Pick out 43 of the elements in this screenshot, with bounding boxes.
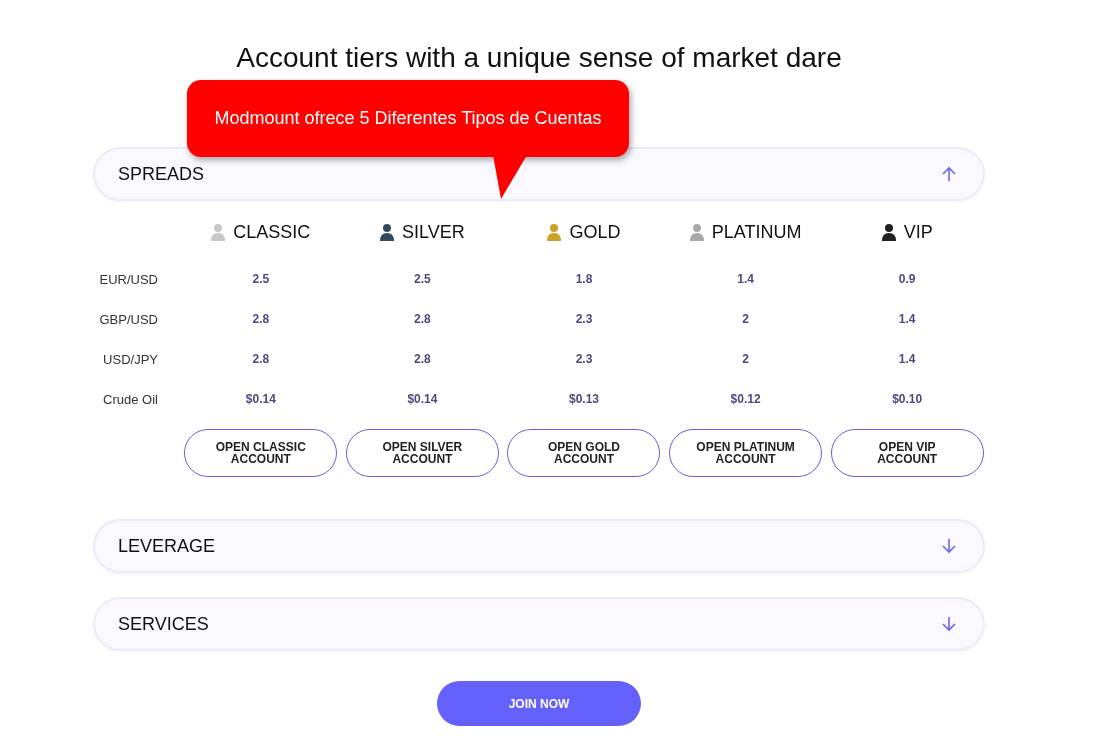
spread-value: $0.14 <box>407 392 438 406</box>
spread-value: 2.3 <box>575 352 593 366</box>
row-label: USD/JPY <box>102 350 159 369</box>
spread-value: 0.9 <box>898 272 916 286</box>
spread-value: $0.13 <box>568 392 599 406</box>
row-label: EUR/USD <box>98 270 159 289</box>
spread-value: 2.5 <box>414 272 431 286</box>
spread-value: 1.8 <box>575 272 593 286</box>
spread-value: $0.14 <box>245 392 276 406</box>
join-now-button[interactable]: JOIN NOW <box>437 681 641 726</box>
tier-name: VIP <box>903 221 933 243</box>
tier-name: CLASSIC <box>233 221 311 243</box>
spread-value: 2 <box>742 352 749 366</box>
section-title: SERVICES <box>118 613 209 635</box>
accordion-header[interactable]: SPREADS <box>95 149 983 199</box>
page-title: Account tiers with a unique sense of market dare <box>235 41 843 75</box>
spread-value: 2.8 <box>252 352 270 366</box>
spread-value: 2.8 <box>414 352 431 366</box>
spread-value: $0.12 <box>730 392 761 406</box>
open-account-button[interactable]: OPEN SILVER ACCOUNT <box>345 429 499 477</box>
spread-value: 2.8 <box>252 312 270 326</box>
callout-text: Modmount ofrece 5 Diferentes Tipos de Cuentas <box>214 108 602 129</box>
spread-value: 2 <box>742 312 749 326</box>
open-account-button[interactable]: OPEN GOLD ACCOUNT <box>507 429 661 477</box>
accordion-header[interactable]: SERVICES <box>95 599 983 649</box>
spread-value: 2.5 <box>252 272 270 286</box>
tier-name: GOLD <box>569 221 621 243</box>
row-label: GBP/USD <box>98 310 159 329</box>
open-account-button[interactable]: OPEN VIP ACCOUNT <box>830 429 984 477</box>
tier-name: PLATINUM <box>711 221 802 243</box>
spread-value: 2.8 <box>414 312 431 326</box>
open-account-button[interactable]: OPEN PLATINUM ACCOUNT <box>669 429 823 477</box>
spread-value: 1.4 <box>898 312 916 326</box>
spread-value: 1.4 <box>898 352 916 366</box>
section-title: SPREADS <box>118 163 205 185</box>
accordion-header[interactable]: LEVERAGE <box>95 521 983 571</box>
spread-value: $0.10 <box>892 392 923 406</box>
open-account-button[interactable]: OPEN CLASSIC ACCOUNT <box>184 429 338 477</box>
spread-value: 1.4 <box>737 272 754 286</box>
tier-name: SILVER <box>402 221 465 243</box>
row-label: Crude Oil <box>102 390 159 409</box>
spread-value: 2.3 <box>575 312 593 326</box>
section-title: LEVERAGE <box>118 535 216 557</box>
